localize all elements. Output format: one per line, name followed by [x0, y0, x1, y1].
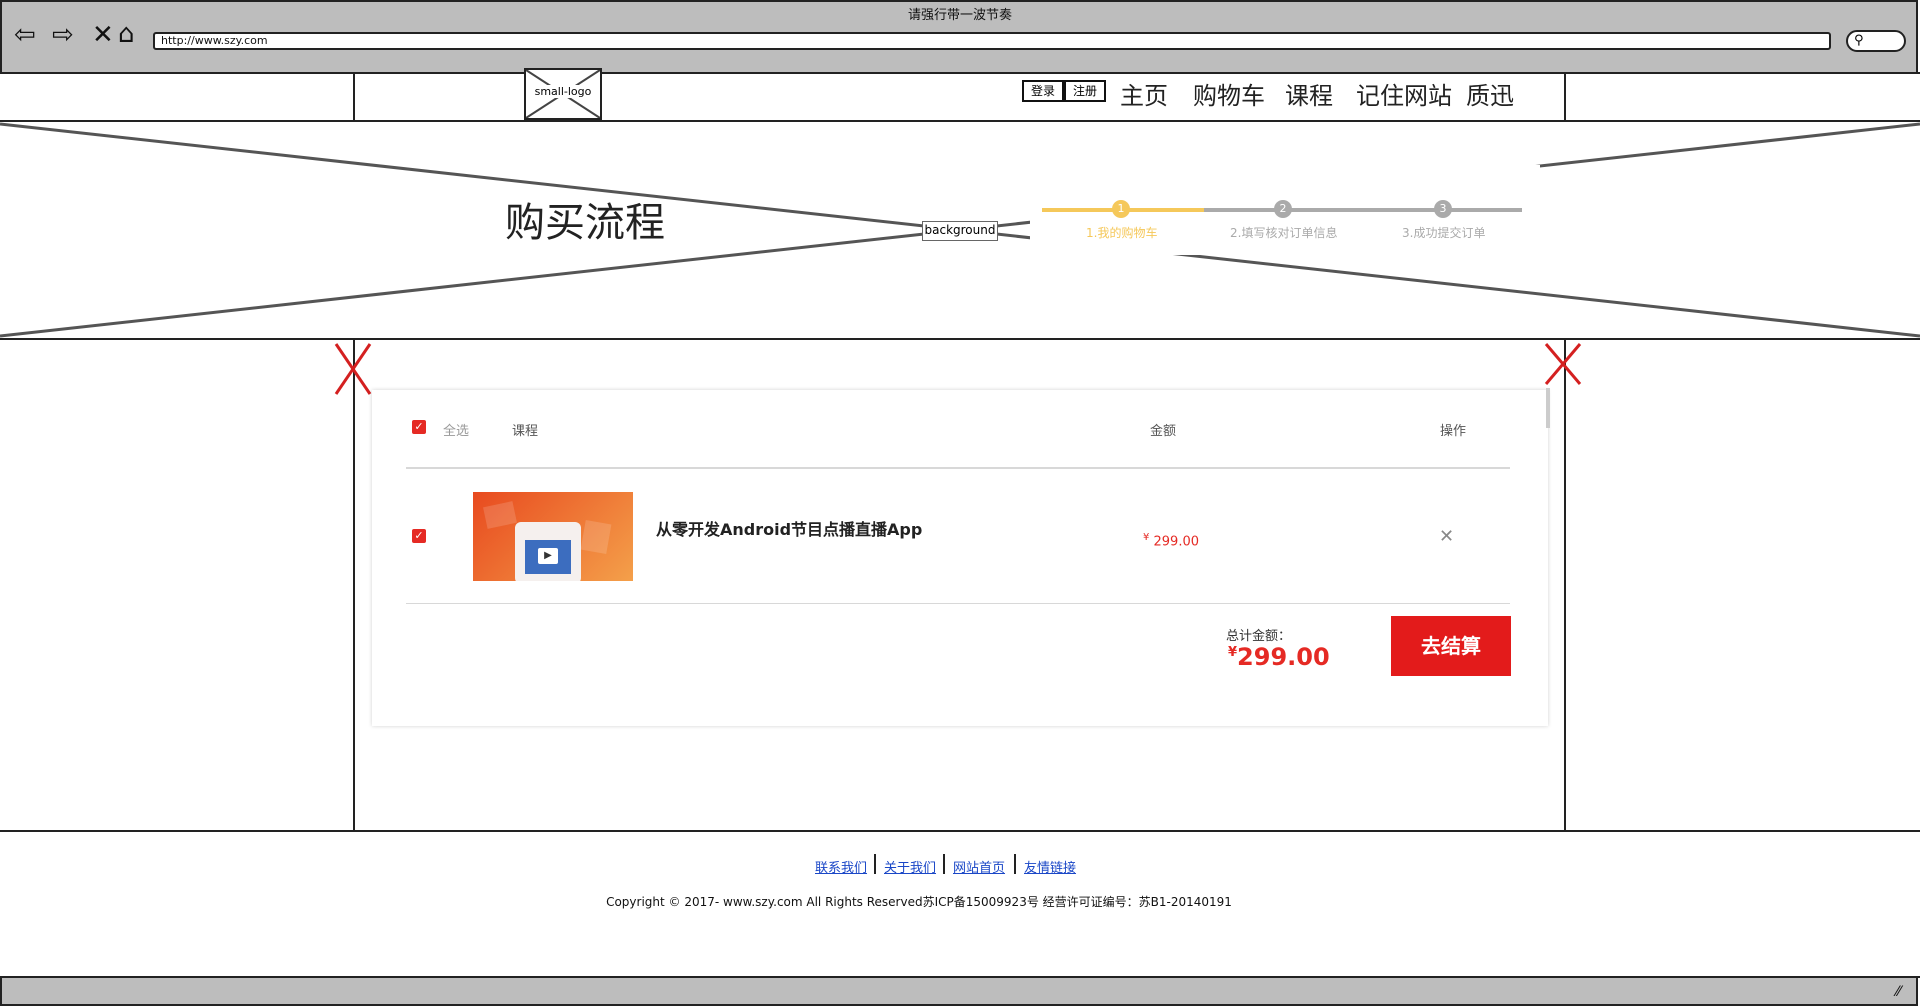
footer-link-home[interactable]: 网站首页	[953, 857, 1005, 876]
logo-label: small-logo	[526, 85, 600, 98]
step-dot-2: 2	[1274, 200, 1292, 218]
column-header-amount: 金额	[1150, 424, 1177, 439]
total-label: 总计金额：	[1226, 629, 1292, 644]
total-amount-value: 299.00	[1237, 643, 1330, 671]
remove-item-icon[interactable]: ✕	[1439, 526, 1454, 547]
register-button[interactable]: 注册	[1064, 80, 1106, 102]
column-guide-right	[1564, 72, 1566, 122]
step-dot-1: 1	[1112, 200, 1130, 218]
back-arrow-icon[interactable]: ⇦	[14, 22, 36, 48]
phone-mockup: ▶	[515, 522, 581, 581]
url-bar[interactable]: http://www.szy.com	[153, 32, 1831, 50]
footer-separator	[1014, 854, 1016, 874]
footer-separator	[874, 854, 876, 874]
login-button[interactable]: 登录	[1022, 80, 1064, 102]
course-thumbnail[interactable]: ▶	[473, 492, 633, 581]
course-title[interactable]: 从零开发Android节目点播直播App	[656, 516, 922, 540]
step-line-2	[1204, 208, 1522, 212]
nav-home[interactable]: 主页	[1120, 76, 1168, 111]
column-guide-left	[353, 72, 355, 122]
removed-marker-icon	[1544, 343, 1582, 385]
home-icon[interactable]: ⌂	[118, 21, 135, 47]
header-divider	[406, 467, 1510, 469]
row-divider	[406, 603, 1510, 604]
item-price-value: 299.00	[1153, 534, 1200, 550]
item-checkbox[interactable]: ✓	[412, 529, 426, 543]
column-guide-left	[353, 340, 355, 830]
currency-symbol: ¥	[1143, 532, 1150, 543]
copyright-text: Copyright © 2017- www.szy.com All Rights…	[606, 895, 1232, 909]
total-amount: ¥299.00	[1228, 643, 1330, 671]
footer-separator	[943, 854, 945, 874]
search-box[interactable]: ⚲	[1846, 30, 1906, 52]
window-title: 请强行带一波节奏	[907, 8, 1012, 23]
step-label-2: 2.填写核对订单信息	[1230, 226, 1338, 240]
column-header-action: 操作	[1440, 424, 1467, 439]
footer-link-friends[interactable]: 友情链接	[1024, 857, 1076, 876]
close-x-icon[interactable]: ✕	[92, 22, 114, 48]
footer-link-contact[interactable]: 联系我们	[815, 857, 867, 876]
column-guide-right	[1564, 340, 1566, 830]
nav-zhixun[interactable]: 质迅	[1466, 76, 1514, 111]
removed-marker-icon	[334, 343, 372, 395]
nav-cart[interactable]: 购物车	[1193, 76, 1265, 111]
total-currency-symbol: ¥	[1228, 645, 1238, 660]
step-label-3: 3.成功提交订单	[1402, 226, 1486, 240]
background-label: background	[922, 221, 998, 241]
banner-title: 购买流程	[505, 200, 665, 246]
footer-link-about[interactable]: 关于我们	[884, 857, 936, 876]
site-logo[interactable]: small-logo	[524, 68, 602, 120]
checkout-button[interactable]: 去结算	[1391, 616, 1511, 676]
step-dot-3: 3	[1434, 200, 1452, 218]
search-icon: ⚲	[1854, 33, 1864, 48]
video-screen: ▶	[525, 540, 571, 574]
select-all-checkbox[interactable]: ✓	[412, 420, 426, 434]
site-header	[0, 72, 1920, 122]
column-header-course: 课程	[512, 424, 539, 439]
browser-status-bar	[0, 978, 1918, 1006]
item-price: ¥ 299.00	[1143, 532, 1199, 549]
resize-grip-icon[interactable]: ⁄⁄	[1896, 984, 1901, 1000]
forward-arrow-icon[interactable]: ⇨	[52, 22, 74, 48]
nav-courses[interactable]: 课程	[1285, 76, 1333, 111]
play-icon: ▶	[538, 548, 558, 564]
thumb-decor	[580, 519, 612, 555]
nav-bookmark[interactable]: 记住网站	[1356, 76, 1452, 111]
scrollbar-thumb[interactable]	[1546, 388, 1550, 428]
step-label-1: 1.我的购物车	[1086, 226, 1158, 240]
select-all-label: 全选	[443, 424, 470, 439]
thumb-decor	[483, 501, 517, 529]
